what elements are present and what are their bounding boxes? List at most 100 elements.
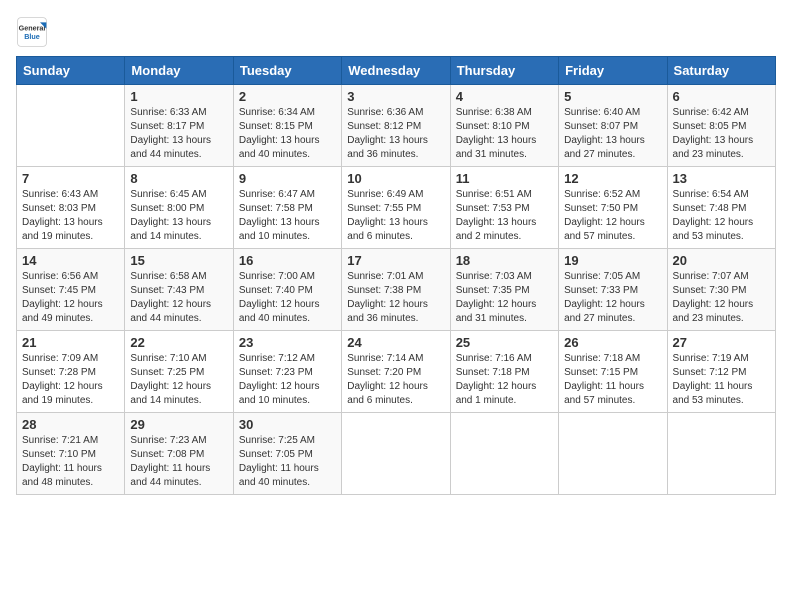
day-number: 9	[239, 171, 336, 186]
calendar-cell: 9 Sunrise: 6:47 AM Sunset: 7:58 PM Daylig…	[233, 167, 341, 249]
week-row-4: 21 Sunrise: 7:09 AM Sunset: 7:28 PM Dayli…	[17, 331, 776, 413]
calendar-cell: 22 Sunrise: 7:10 AM Sunset: 7:25 PM Dayli…	[125, 331, 233, 413]
calendar-cell: 21 Sunrise: 7:09 AM Sunset: 7:28 PM Dayli…	[17, 331, 125, 413]
day-info: Sunrise: 6:42 AM Sunset: 8:05 PM Dayligh…	[673, 106, 770, 162]
day-number: 3	[347, 89, 444, 104]
day-info: Sunrise: 7:05 AM Sunset: 7:33 PM Dayligh…	[564, 270, 661, 326]
day-number: 22	[130, 335, 227, 350]
day-info: Sunrise: 6:45 AM Sunset: 8:00 PM Dayligh…	[130, 188, 227, 244]
day-info: Sunrise: 7:23 AM Sunset: 7:08 PM Dayligh…	[130, 434, 227, 490]
calendar-cell: 16Sunrise: 7:00 AM Sunset: 7:40 PM Dayli…	[233, 249, 341, 331]
calendar-body: 1 Sunrise: 6:33 AM Sunset: 8:17 PM Daylig…	[17, 85, 776, 495]
calendar-cell: 6 Sunrise: 6:42 AM Sunset: 8:05 PM Daylig…	[667, 85, 775, 167]
day-info: Sunrise: 6:47 AM Sunset: 7:58 PM Dayligh…	[239, 188, 336, 244]
day-info: Sunrise: 6:52 AM Sunset: 7:50 PM Dayligh…	[564, 188, 661, 244]
day-number: 20	[673, 253, 770, 268]
calendar-cell: 27Sunrise: 7:19 AM Sunset: 7:12 PM Dayli…	[667, 331, 775, 413]
calendar-cell: 12 Sunrise: 6:52 AM Sunset: 7:50 PM Dayli…	[559, 167, 667, 249]
day-number: 11	[456, 171, 553, 186]
day-info: Sunrise: 7:18 AM Sunset: 7:15 PM Dayligh…	[564, 352, 661, 408]
week-row-2: 7 Sunrise: 6:43 AM Sunset: 8:03 PM Daylig…	[17, 167, 776, 249]
calendar-cell: 10 Sunrise: 6:49 AM Sunset: 7:55 PM Dayli…	[342, 167, 450, 249]
calendar-header: SundayMondayTuesdayWednesdayThursdayFrid…	[17, 57, 776, 85]
header-friday: Friday	[559, 57, 667, 85]
day-info: Sunrise: 7:10 AM Sunset: 7:25 PM Dayligh…	[130, 352, 227, 408]
day-number: 1	[130, 89, 227, 104]
day-info: Sunrise: 6:38 AM Sunset: 8:10 PM Dayligh…	[456, 106, 553, 162]
day-info: Sunrise: 6:34 AM Sunset: 8:15 PM Dayligh…	[239, 106, 336, 162]
day-info: Sunrise: 6:33 AM Sunset: 8:17 PM Dayligh…	[130, 106, 227, 162]
calendar-cell	[342, 413, 450, 495]
day-info: Sunrise: 7:07 AM Sunset: 7:30 PM Dayligh…	[673, 270, 770, 326]
calendar-cell: 20 Sunrise: 7:07 AM Sunset: 7:30 PM Dayli…	[667, 249, 775, 331]
day-info: Sunrise: 7:21 AM Sunset: 7:10 PM Dayligh…	[22, 434, 119, 490]
header-tuesday: Tuesday	[233, 57, 341, 85]
header-sunday: Sunday	[17, 57, 125, 85]
calendar-cell: 24 Sunrise: 7:14 AM Sunset: 7:20 PM Dayli…	[342, 331, 450, 413]
day-info: Sunrise: 7:00 AM Sunset: 7:40 PM Dayligh…	[239, 270, 336, 326]
week-row-3: 14Sunrise: 6:56 AM Sunset: 7:45 PM Dayli…	[17, 249, 776, 331]
header-thursday: Thursday	[450, 57, 558, 85]
calendar-cell: 3Sunrise: 6:36 AM Sunset: 8:12 PM Daylig…	[342, 85, 450, 167]
day-info: Sunrise: 6:49 AM Sunset: 7:55 PM Dayligh…	[347, 188, 444, 244]
header-saturday: Saturday	[667, 57, 775, 85]
calendar-cell: 26 Sunrise: 7:18 AM Sunset: 7:15 PM Dayli…	[559, 331, 667, 413]
day-number: 7	[22, 171, 119, 186]
day-number: 19	[564, 253, 661, 268]
day-info: Sunrise: 6:58 AM Sunset: 7:43 PM Dayligh…	[130, 270, 227, 326]
day-info: Sunrise: 6:54 AM Sunset: 7:48 PM Dayligh…	[673, 188, 770, 244]
calendar-cell: 18 Sunrise: 7:03 AM Sunset: 7:35 PM Dayli…	[450, 249, 558, 331]
day-info: Sunrise: 7:12 AM Sunset: 7:23 PM Dayligh…	[239, 352, 336, 408]
calendar-cell: 29 Sunrise: 7:23 AM Sunset: 7:08 PM Dayli…	[125, 413, 233, 495]
day-info: Sunrise: 6:56 AM Sunset: 7:45 PM Dayligh…	[22, 270, 119, 326]
day-number: 26	[564, 335, 661, 350]
day-info: Sunrise: 6:51 AM Sunset: 7:53 PM Dayligh…	[456, 188, 553, 244]
day-info: Sunrise: 6:40 AM Sunset: 8:07 PM Dayligh…	[564, 106, 661, 162]
calendar-cell: 7 Sunrise: 6:43 AM Sunset: 8:03 PM Daylig…	[17, 167, 125, 249]
logo-icon: General Blue	[16, 16, 48, 48]
day-info: Sunrise: 7:14 AM Sunset: 7:20 PM Dayligh…	[347, 352, 444, 408]
calendar-cell	[450, 413, 558, 495]
day-info: Sunrise: 7:09 AM Sunset: 7:28 PM Dayligh…	[22, 352, 119, 408]
day-number: 23	[239, 335, 336, 350]
calendar-cell: 1 Sunrise: 6:33 AM Sunset: 8:17 PM Daylig…	[125, 85, 233, 167]
calendar-cell: 23 Sunrise: 7:12 AM Sunset: 7:23 PM Dayli…	[233, 331, 341, 413]
day-number: 25	[456, 335, 553, 350]
day-number: 28	[22, 417, 119, 432]
calendar-cell	[559, 413, 667, 495]
day-number: 8	[130, 171, 227, 186]
day-number: 15	[130, 253, 227, 268]
day-number: 5	[564, 89, 661, 104]
calendar-cell: 25 Sunrise: 7:16 AM Sunset: 7:18 PM Dayli…	[450, 331, 558, 413]
day-number: 24	[347, 335, 444, 350]
calendar-cell: 5 Sunrise: 6:40 AM Sunset: 8:07 PM Daylig…	[559, 85, 667, 167]
day-number: 12	[564, 171, 661, 186]
header-wednesday: Wednesday	[342, 57, 450, 85]
calendar-cell	[667, 413, 775, 495]
page-header: General Blue	[16, 16, 776, 48]
day-info: Sunrise: 6:43 AM Sunset: 8:03 PM Dayligh…	[22, 188, 119, 244]
day-number: 6	[673, 89, 770, 104]
day-info: Sunrise: 7:01 AM Sunset: 7:38 PM Dayligh…	[347, 270, 444, 326]
calendar-cell: 11 Sunrise: 6:51 AM Sunset: 7:53 PM Dayli…	[450, 167, 558, 249]
day-info: Sunrise: 7:03 AM Sunset: 7:35 PM Dayligh…	[456, 270, 553, 326]
day-info: Sunrise: 7:16 AM Sunset: 7:18 PM Dayligh…	[456, 352, 553, 408]
svg-text:Blue: Blue	[24, 32, 40, 41]
day-number: 29	[130, 417, 227, 432]
day-number: 21	[22, 335, 119, 350]
day-number: 18	[456, 253, 553, 268]
calendar-cell: 8 Sunrise: 6:45 AM Sunset: 8:00 PM Daylig…	[125, 167, 233, 249]
day-info: Sunrise: 7:25 AM Sunset: 7:05 PM Dayligh…	[239, 434, 336, 490]
calendar-cell: 28 Sunrise: 7:21 AM Sunset: 7:10 PM Dayli…	[17, 413, 125, 495]
svg-text:General: General	[19, 23, 46, 32]
calendar-cell: 13Sunrise: 6:54 AM Sunset: 7:48 PM Dayli…	[667, 167, 775, 249]
day-number: 27	[673, 335, 770, 350]
calendar-cell: 14Sunrise: 6:56 AM Sunset: 7:45 PM Dayli…	[17, 249, 125, 331]
logo: General Blue	[16, 16, 52, 48]
calendar-table: SundayMondayTuesdayWednesdayThursdayFrid…	[16, 56, 776, 495]
calendar-cell: 19 Sunrise: 7:05 AM Sunset: 7:33 PM Dayli…	[559, 249, 667, 331]
day-number: 10	[347, 171, 444, 186]
calendar-cell: 2Sunrise: 6:34 AM Sunset: 8:15 PM Daylig…	[233, 85, 341, 167]
day-number: 17	[347, 253, 444, 268]
calendar-cell: 4Sunrise: 6:38 AM Sunset: 8:10 PM Daylig…	[450, 85, 558, 167]
